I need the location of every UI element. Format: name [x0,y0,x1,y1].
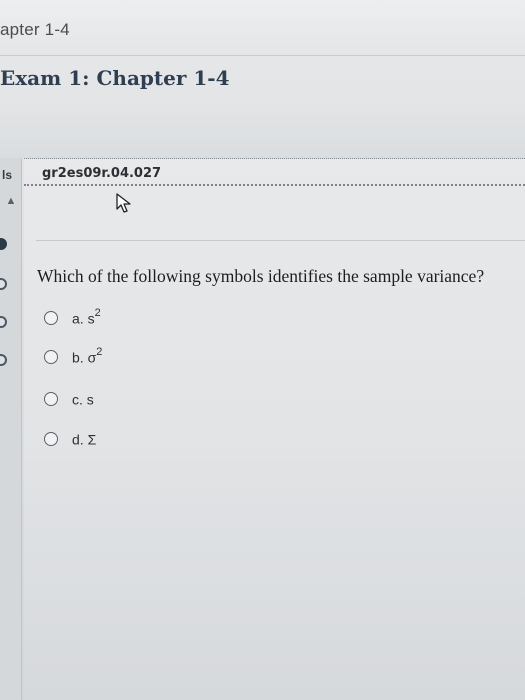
radio-button-icon[interactable] [44,311,58,325]
scroll-up-icon[interactable]: ▲ [4,194,18,208]
question-nav-dot[interactable] [0,238,7,250]
question-text: Which of the following symbols identifie… [37,266,485,286]
page-background: apter 1-4 Exam 1: Chapter 1-4 ls ▲ gr2es… [0,0,525,700]
option-label: a. s2 [72,307,101,327]
top-strip [0,0,525,56]
option-label: c. s [72,391,94,408]
question-nav-dot[interactable] [0,316,7,328]
radio-button-icon[interactable] [44,432,58,446]
answer-option-a[interactable]: a. s2 [44,307,101,328]
question-nav-dot[interactable] [0,278,7,290]
header-band [0,100,525,158]
sidebar-label: ls [2,168,13,182]
answer-option-d[interactable]: d. Σ [44,429,96,449]
radio-button-icon[interactable] [44,350,58,364]
divider [36,240,525,241]
option-label: d. Σ [72,431,97,448]
mouse-cursor-icon [116,193,131,213]
exam-title: Exam 1: Chapter 1-4 [0,66,230,90]
question-nav-dot[interactable] [0,354,7,366]
radio-button-icon[interactable] [44,392,58,406]
option-label: b. σ2 [72,346,103,366]
answer-option-b[interactable]: b. σ2 [44,346,103,367]
question-id: gr2es09r.04.027 [42,166,162,181]
course-title: apter 1-4 [0,20,70,39]
answer-option-c[interactable]: c. s [44,389,94,409]
question-nav-panel [0,158,22,700]
